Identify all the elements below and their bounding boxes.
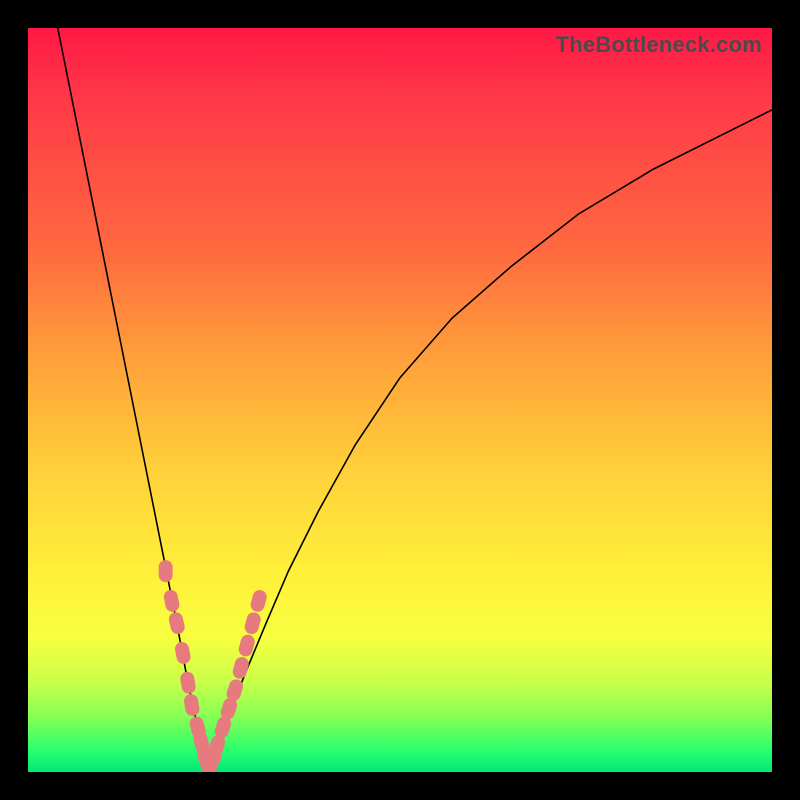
data-point <box>163 589 181 613</box>
data-point <box>183 693 200 717</box>
data-point <box>243 611 262 636</box>
data-point <box>167 611 186 636</box>
chart-frame: TheBottleneck.com <box>0 0 800 800</box>
data-point <box>249 588 268 613</box>
data-point <box>231 655 250 680</box>
curve-right-branch <box>209 110 772 772</box>
data-point <box>174 641 192 665</box>
data-point <box>159 560 173 582</box>
curve-svg <box>28 28 772 772</box>
plot-area: TheBottleneck.com <box>28 28 772 772</box>
data-point <box>179 671 197 695</box>
data-points-group <box>159 560 269 772</box>
